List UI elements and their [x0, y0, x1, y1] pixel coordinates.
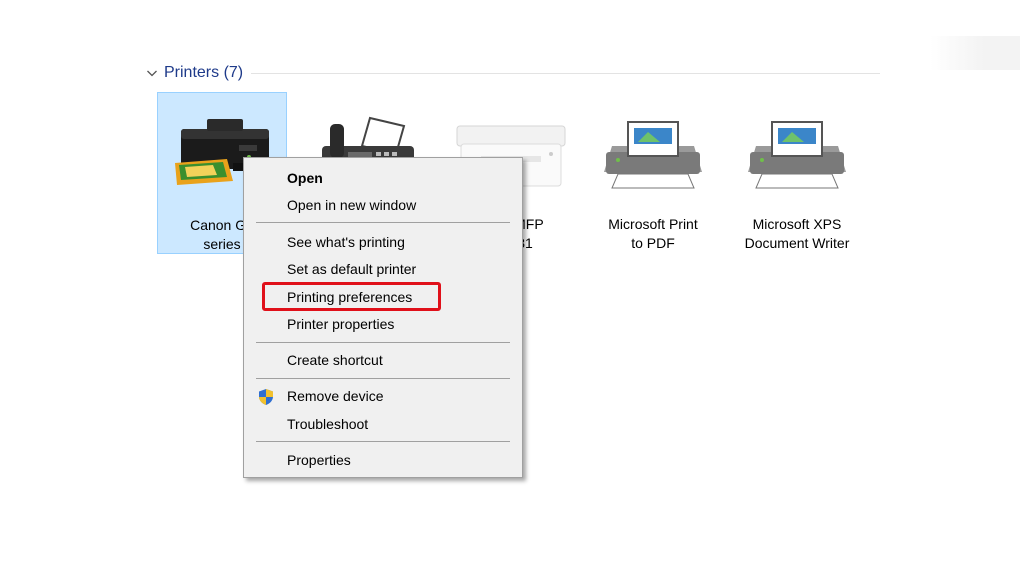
group-title: Printers (7)	[164, 64, 244, 81]
device-label-line2: Document Writer	[744, 235, 850, 251]
device-microsoft-print-to-pdf[interactable]: Microsoft Print to PDF	[588, 92, 718, 254]
menu-item-properties[interactable]: Properties	[246, 448, 520, 472]
menu-item-label: Create shortcut	[287, 352, 383, 368]
menu-item-label: Open in new window	[287, 197, 417, 213]
printing-preferences-highlight	[262, 282, 441, 311]
menu-item-troubleshoot[interactable]: Troubleshoot	[246, 412, 520, 436]
context-menu: Open Open in new window See what's print…	[243, 157, 523, 478]
menu-item-label: See what's printing	[287, 234, 405, 250]
device-microsoft-xps-writer[interactable]: Microsoft XPS Document Writer	[732, 92, 862, 254]
menu-item-set-default-printer[interactable]: Set as default printer	[246, 257, 520, 281]
menu-item-see-whats-printing[interactable]: See what's printing	[246, 230, 520, 254]
group-divider	[251, 72, 880, 74]
menu-separator	[256, 342, 510, 343]
device-label-line1: Microsoft Print	[608, 216, 698, 232]
menu-item-label: Properties	[287, 452, 351, 468]
virtual-printer-icon	[748, 121, 846, 189]
menu-item-printer-properties[interactable]: Printer properties	[246, 312, 520, 336]
menu-item-open-new-window[interactable]: Open in new window	[246, 193, 520, 217]
chevron-down-icon[interactable]	[146, 67, 158, 79]
printers-group-header[interactable]: Printers (7)	[146, 62, 880, 84]
menu-separator	[256, 441, 510, 442]
menu-item-label: Printer properties	[287, 316, 395, 332]
menu-item-open[interactable]: Open	[246, 166, 520, 190]
menu-item-label: Set as default printer	[287, 261, 417, 277]
virtual-printer-icon	[604, 121, 702, 189]
menu-item-remove-device[interactable]: Remove device	[246, 384, 520, 408]
menu-separator	[256, 222, 510, 223]
device-label-line1: Microsoft XPS	[752, 216, 842, 232]
menu-item-label: Remove device	[287, 388, 384, 404]
uac-shield-icon	[259, 389, 273, 405]
window-corner-fade	[930, 36, 1020, 70]
menu-item-label: Troubleshoot	[287, 416, 369, 432]
menu-item-label: Open	[287, 170, 323, 186]
menu-separator	[256, 378, 510, 379]
device-label-line2: to PDF	[631, 235, 675, 251]
menu-item-create-shortcut[interactable]: Create shortcut	[246, 348, 520, 372]
